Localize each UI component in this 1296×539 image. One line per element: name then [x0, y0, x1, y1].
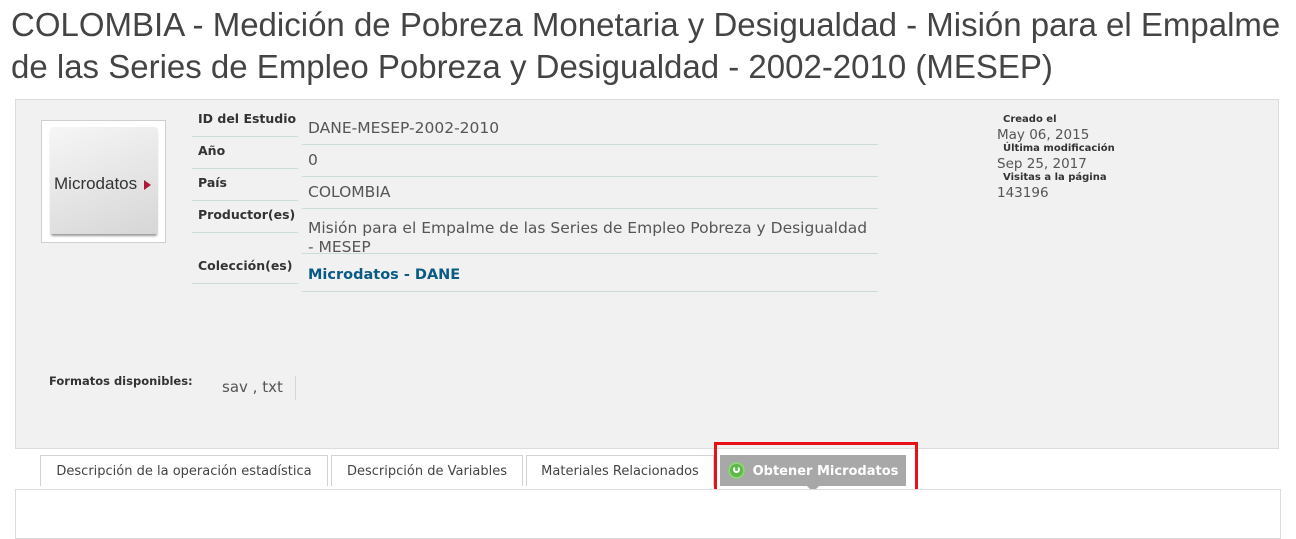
- tab-variables[interactable]: Descripción de Variables: [331, 455, 523, 486]
- visits-value: 143196: [997, 185, 1049, 201]
- label-collection: Colección(es): [192, 258, 298, 284]
- tab-label: Materiales Relacionados: [541, 464, 699, 479]
- label-study-id: ID del Estudio: [192, 111, 298, 137]
- logo-label: Microdatos: [54, 174, 138, 193]
- created-value: May 06, 2015: [997, 127, 1090, 143]
- study-panel: Microdatos ID del Estudio DANE-MESEP-200…: [15, 99, 1279, 449]
- study-thumbnail: Microdatos: [41, 120, 166, 243]
- value-year: 0: [302, 147, 878, 177]
- label-year: Año: [192, 143, 298, 169]
- value-producer: Misión para el Empalme de las Series de …: [302, 211, 878, 256]
- tab-related-materials[interactable]: Materiales Relacionados: [526, 455, 714, 486]
- download-icon: [727, 462, 745, 479]
- microdatos-logo: Microdatos: [50, 127, 158, 234]
- created-label: Creado el: [1003, 114, 1057, 125]
- tab-get-microdata[interactable]: Obtener Microdatos: [720, 455, 906, 492]
- formats-label: Formatos disponibles:: [49, 374, 193, 388]
- chevron-right-icon: [144, 180, 151, 190]
- page-title: COLOMBIA - Medición de Pobreza Monetaria…: [11, 6, 1281, 85]
- collection-link[interactable]: Microdatos - DANE: [302, 262, 878, 292]
- visits-label: Visitas a la página: [1003, 172, 1107, 183]
- study-meta: Creado el May 06, 2015 Última modificaci…: [997, 114, 1197, 201]
- value-country: COLOMBIA: [302, 179, 878, 209]
- formats-value: sav , txt: [206, 376, 296, 400]
- tab-label: Descripción de la operación estadística: [56, 464, 312, 479]
- value-study-id: DANE-MESEP-2002-2010: [302, 115, 878, 145]
- label-country: País: [192, 175, 298, 201]
- label-producer: Productor(es): [192, 207, 298, 233]
- tab-study-description[interactable]: Descripción de la operación estadística: [40, 455, 328, 486]
- modified-label: Última modificación: [1003, 143, 1115, 154]
- tab-label: Obtener Microdatos: [752, 464, 899, 479]
- tab-content-panel: [15, 489, 1281, 539]
- modified-value: Sep 25, 2017: [997, 156, 1087, 172]
- tab-label: Descripción de Variables: [346, 464, 507, 479]
